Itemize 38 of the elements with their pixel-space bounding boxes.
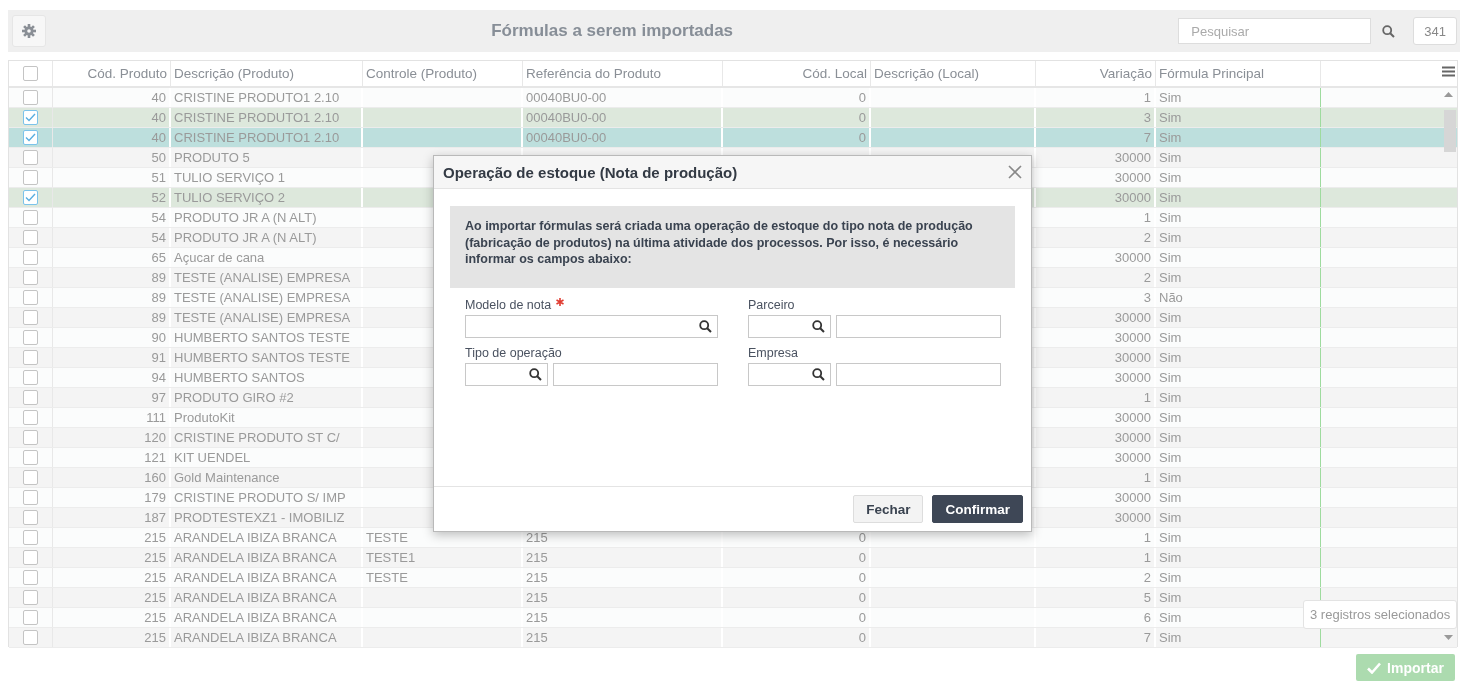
table-cell: ARANDELA IBIZA BRANCA [171,628,363,647]
table-cell: Sim [1156,448,1321,467]
table-cell: Sim [1156,108,1321,127]
table-cell: Sim [1156,208,1321,227]
table-cell: Sim [1156,428,1321,447]
table-cell: Sim [1156,528,1321,547]
field-label: Modelo de nota [465,297,552,312]
table-cell: Sim [1156,468,1321,487]
record-count: 341 [1413,17,1457,45]
table-cell: Sim [1156,168,1321,187]
table-cell: Sim [1156,188,1321,207]
table-cell: Sim [1156,508,1321,527]
table-cell: Sim [1156,408,1321,427]
field-label: Tipo de operação [465,345,562,360]
table-cell: Sim [1156,348,1321,367]
table-cell: Sim [1156,548,1321,567]
field-label: Empresa [748,345,799,360]
table-cell: Sim [1156,568,1321,587]
table-cell: Sim [1156,388,1321,407]
selection-tooltip: 3 registros selecionados [1303,600,1458,629]
info-message: Ao importar fórmulas será criada uma operação de estoque do tipo nota de produção (fabricação de produtos) na última atividade dos processos. Por isso, é necessário informar os campos abaixo: [450,206,1015,288]
table-cell: Sim [1156,368,1321,387]
table-cell: Sim [1156,88,1321,107]
table-cell: Sim [1156,488,1321,507]
field-label: Parceiro [748,297,795,312]
table-cell: Não [1156,288,1321,307]
table-cell: 215 [53,628,171,647]
table-cell: 215 [523,628,723,647]
page-title: Fórmulas a serem importadas [490,21,735,41]
table-cell: 7 [1036,628,1156,647]
table-cell: Sim [1156,328,1321,347]
table-cell: 0 [723,628,871,647]
table-cell: Sim [1156,228,1321,247]
table-cell: Sim [1156,248,1321,267]
table-cell: Sim [1156,268,1321,287]
table-cell: Sim [1156,148,1321,167]
table-cell: Sim [1156,128,1321,147]
table-cell: Sim [1156,308,1321,327]
